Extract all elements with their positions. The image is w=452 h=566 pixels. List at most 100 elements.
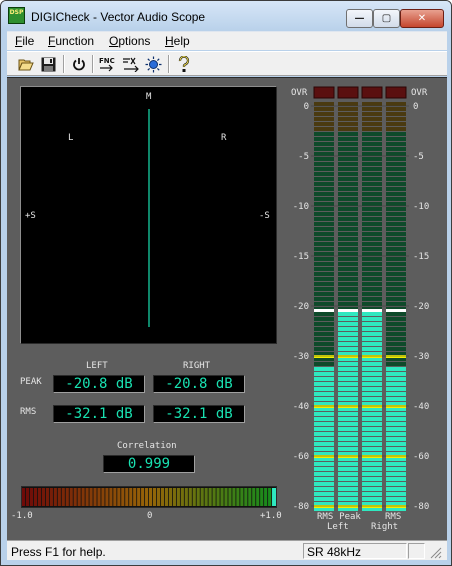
meter-segment bbox=[362, 162, 382, 166]
scale-label-right: -20 bbox=[413, 302, 429, 312]
meter-segment bbox=[362, 302, 382, 306]
meter-segment bbox=[314, 367, 334, 371]
app-icon[interactable]: DSP bbox=[8, 7, 25, 24]
meter-segment bbox=[338, 312, 358, 316]
meter-segment bbox=[338, 147, 358, 151]
meter-segment bbox=[338, 117, 358, 121]
meter-segment bbox=[386, 382, 406, 386]
correlation-segment bbox=[101, 488, 105, 506]
meter-segment bbox=[386, 112, 406, 116]
meter-segment bbox=[386, 217, 406, 221]
correlation-segment bbox=[145, 488, 149, 506]
menu-bar: File Function Options Help bbox=[7, 31, 447, 50]
meter-segment bbox=[386, 187, 406, 191]
options-button[interactable] bbox=[120, 54, 141, 74]
meter-label-rms-left: RMS bbox=[317, 512, 333, 522]
open-button[interactable] bbox=[15, 54, 36, 74]
meter-segment bbox=[386, 102, 406, 106]
meter-segment bbox=[314, 102, 334, 106]
meter-segment bbox=[362, 387, 382, 391]
correlation-meter-graphic bbox=[22, 488, 276, 506]
meter-segment bbox=[314, 462, 334, 466]
toolbar-separator bbox=[63, 55, 65, 73]
meter-segment bbox=[386, 347, 406, 351]
meter-segment bbox=[314, 397, 334, 401]
correlation-tick-max: +1.0 bbox=[260, 511, 282, 521]
meter-segment bbox=[362, 437, 382, 441]
correlation-segment bbox=[81, 488, 85, 506]
meter-segment bbox=[386, 257, 406, 261]
correlation-segment bbox=[152, 488, 157, 506]
meter-segment bbox=[338, 152, 358, 156]
function-button[interactable]: FNC bbox=[96, 54, 117, 74]
power-button[interactable] bbox=[68, 54, 89, 74]
meter-segment bbox=[386, 477, 406, 481]
meter-segment bbox=[362, 132, 382, 136]
meter-segment bbox=[362, 182, 382, 186]
correlation-segment bbox=[37, 488, 42, 506]
meter-segment bbox=[314, 312, 334, 316]
meter-segment bbox=[338, 297, 358, 301]
correlation-segment bbox=[141, 488, 145, 506]
reference-marker bbox=[386, 405, 406, 408]
scale-label-left: -40 bbox=[293, 402, 309, 412]
title-bar[interactable]: DSP DIGICheck - Vector Audio Scope — ▢ ✕ bbox=[1, 1, 451, 31]
meter-segment bbox=[314, 432, 334, 436]
reference-marker bbox=[338, 505, 358, 508]
meter-segment bbox=[314, 137, 334, 141]
meter-segment bbox=[314, 242, 334, 246]
meter-segment bbox=[362, 322, 382, 326]
meter-segment bbox=[386, 147, 406, 151]
reference-marker bbox=[314, 405, 334, 408]
meter-segment bbox=[338, 107, 358, 111]
minimize-button[interactable]: — bbox=[346, 9, 373, 28]
meter-segment bbox=[338, 262, 358, 266]
correlation-segment bbox=[232, 488, 236, 506]
close-button[interactable]: ✕ bbox=[400, 9, 444, 28]
menu-function[interactable]: Function bbox=[48, 34, 94, 48]
meter-segment bbox=[386, 447, 406, 451]
meter-segment bbox=[314, 192, 334, 196]
menu-file[interactable]: File bbox=[15, 34, 34, 48]
meter-segment bbox=[338, 142, 358, 146]
scale-label-left: -5 bbox=[298, 152, 309, 162]
meter-segment bbox=[386, 252, 406, 256]
meter-segment bbox=[338, 302, 358, 306]
meter-segment bbox=[362, 127, 382, 131]
correlation-segment bbox=[73, 488, 77, 506]
meter-segment bbox=[386, 462, 406, 466]
help-button[interactable] bbox=[173, 54, 194, 74]
scale-label-left: -15 bbox=[293, 252, 309, 262]
meter-segment bbox=[386, 322, 406, 326]
correlation-segment bbox=[25, 488, 30, 506]
reference-marker bbox=[314, 455, 334, 458]
meter-segment bbox=[338, 347, 358, 351]
peak-hold-marker bbox=[386, 309, 406, 312]
menu-options[interactable]: Options bbox=[109, 34, 150, 48]
save-button[interactable] bbox=[38, 54, 59, 74]
reference-marker bbox=[386, 505, 406, 508]
meter-segment bbox=[338, 222, 358, 226]
correlation-label: Correlation bbox=[117, 441, 177, 451]
correlation-segment bbox=[172, 488, 176, 506]
status-bar: Press F1 for help. SR 48kHz bbox=[7, 540, 447, 560]
meter-segment bbox=[362, 257, 382, 261]
meter-segment bbox=[362, 242, 382, 246]
correlation-segment bbox=[228, 488, 232, 506]
display-button[interactable] bbox=[143, 54, 164, 74]
meter-segment bbox=[362, 202, 382, 206]
correlation-segment bbox=[109, 488, 113, 506]
correlation-segment bbox=[125, 488, 129, 506]
scale-label-left: -30 bbox=[293, 352, 309, 362]
maximize-button[interactable]: ▢ bbox=[373, 9, 400, 28]
resize-grip-icon[interactable] bbox=[428, 545, 442, 559]
meter-segment bbox=[386, 472, 406, 476]
meter-segment bbox=[314, 497, 334, 501]
meter-segment bbox=[314, 342, 334, 346]
status-pane-empty bbox=[408, 543, 425, 559]
meter-segment bbox=[386, 122, 406, 126]
rms-left-display: -32.1 dB bbox=[53, 405, 145, 423]
menu-help[interactable]: Help bbox=[165, 34, 190, 48]
meter-segment bbox=[362, 422, 382, 426]
meter-segment bbox=[362, 232, 382, 236]
